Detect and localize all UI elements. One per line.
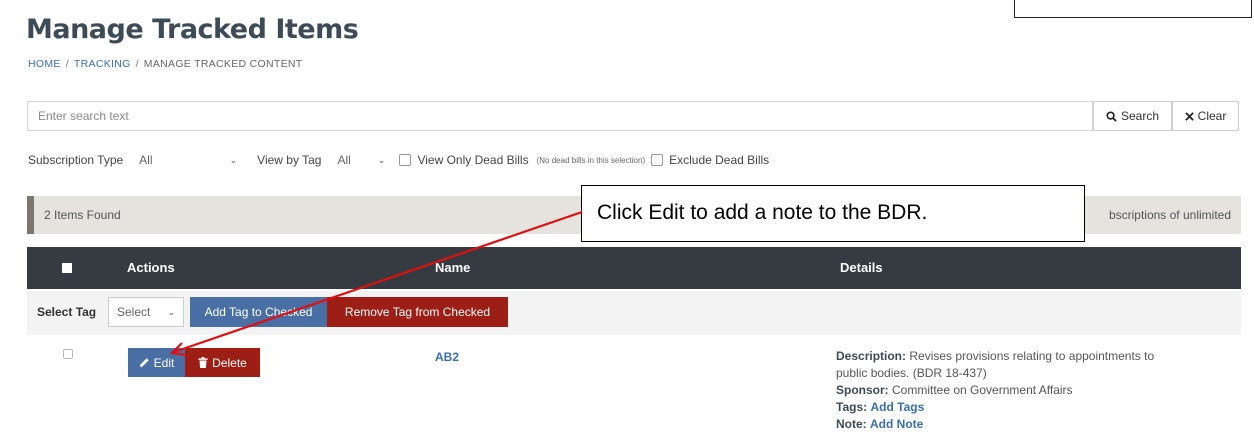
add-tags-link[interactable]: Add Tags <box>870 400 924 414</box>
note-line: Note: Add Note <box>836 416 1236 433</box>
close-icon <box>1184 111 1194 121</box>
description-text: Revises provisions relating to appointme… <box>909 349 1155 363</box>
exclude-dead-label: Exclude Dead Bills <box>669 153 770 167</box>
breadcrumb-separator: / <box>135 58 139 70</box>
breadcrumb-current: MANAGE TRACKED CONTENT <box>143 58 303 70</box>
subscription-type-select[interactable]: All ⌄ <box>133 148 244 172</box>
sponsor-value: Committee on Government Affairs <box>892 383 1073 397</box>
sponsor-line: Sponsor: Committee on Government Affairs <box>836 382 1236 399</box>
remove-tag-from-checked-button[interactable]: Remove Tag from Checked <box>327 297 508 327</box>
select-tag-value: Select <box>117 305 151 319</box>
clear-button-label: Clear <box>1197 109 1227 123</box>
description-line-2: public bodies. (BDR 18-437) <box>836 366 987 380</box>
tags-line: Tags: Add Tags <box>836 399 1236 416</box>
header-name[interactable]: Name <box>435 260 470 275</box>
table-header: Actions Name Details <box>27 247 1241 289</box>
bill-name-link[interactable]: AB2 <box>435 350 459 364</box>
select-tag-dropdown[interactable]: Select ⌄ <box>108 297 184 327</box>
delete-button-label: Delete <box>212 355 247 370</box>
breadcrumb-home[interactable]: HOME <box>28 58 61 70</box>
description-line: Description: Revises provisions relating… <box>836 348 1236 365</box>
dead-bills-note: (No dead bills in this selection) <box>536 155 646 165</box>
edit-button-label: Edit <box>153 355 175 370</box>
search-icon <box>1106 110 1117 122</box>
chevron-down-icon: ⌄ <box>229 154 238 165</box>
breadcrumb-separator: / <box>65 58 69 70</box>
clear-button[interactable]: Clear <box>1172 101 1239 131</box>
search-input[interactable] <box>27 101 1093 131</box>
items-found-count: 2 Items Found <box>44 208 121 222</box>
subscription-type-value: All <box>139 153 153 167</box>
chevron-down-icon: ⌄ <box>167 306 175 317</box>
pencil-icon <box>139 358 149 368</box>
select-tag-label: Select Tag <box>37 305 97 319</box>
search-button-label: Search <box>1120 109 1160 123</box>
annotation-callout: Click Edit to add a note to the BDR. <box>581 185 1085 242</box>
exclude-dead-checkbox[interactable] <box>651 154 664 166</box>
row-checkbox[interactable] <box>63 349 73 359</box>
view-only-dead-checkbox[interactable] <box>399 154 412 166</box>
tags-label: Tags: <box>836 400 868 414</box>
delete-button[interactable]: Delete <box>185 348 260 377</box>
sponsor-label: Sponsor: <box>836 383 889 397</box>
annotation-callout-text: Click Edit to add a note to the BDR. <box>597 201 928 224</box>
view-by-tag-label: View by Tag <box>257 153 322 167</box>
select-all-checkbox[interactable] <box>62 263 72 273</box>
view-by-tag-value: All <box>337 153 351 167</box>
add-tag-to-checked-button[interactable]: Add Tag to Checked <box>190 297 327 327</box>
tag-action-row: Select Tag Select ⌄ Add Tag to Checked R… <box>27 291 1241 335</box>
header-actions: Actions <box>127 260 175 275</box>
search-button[interactable]: Search <box>1093 101 1172 131</box>
filter-bar: Subscription Type All ⌄ View by Tag All … <box>28 148 769 172</box>
subscription-count: bscriptions of unlimited <box>1108 208 1231 222</box>
description-label: Description: <box>836 349 907 363</box>
bill-details: Description: Revises provisions relating… <box>836 348 1236 433</box>
breadcrumb: HOME / TRACKING / MANAGE TRACKED CONTENT <box>28 58 302 70</box>
view-only-dead-label: View Only Dead Bills <box>417 153 529 167</box>
breadcrumb-tracking[interactable]: TRACKING <box>74 58 131 70</box>
subscription-type-label: Subscription Type <box>28 153 124 167</box>
chevron-down-icon: ⌄ <box>377 154 386 165</box>
add-note-link[interactable]: Add Note <box>870 417 923 431</box>
page-title: Manage Tracked Items <box>26 14 359 45</box>
trash-icon <box>198 357 208 368</box>
header-details: Details <box>840 260 883 275</box>
view-by-tag-select[interactable]: All ⌄ <box>331 148 392 172</box>
note-label: Note: <box>836 417 867 431</box>
annotation-corner-box <box>1014 0 1252 18</box>
edit-button[interactable]: Edit <box>128 348 185 377</box>
